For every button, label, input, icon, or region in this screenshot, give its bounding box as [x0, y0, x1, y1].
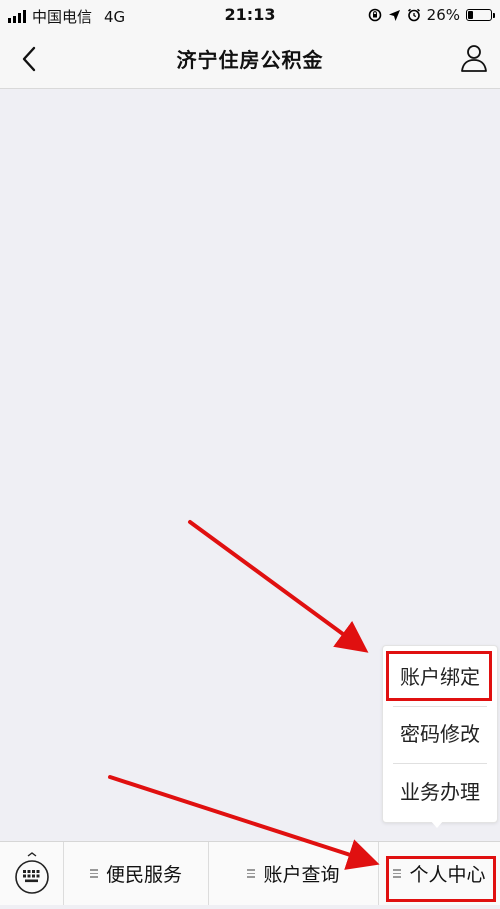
annotation-arrow-upper — [188, 520, 369, 653]
annotation-arrow-lower — [108, 775, 380, 870]
annotation-arrows — [108, 520, 380, 870]
